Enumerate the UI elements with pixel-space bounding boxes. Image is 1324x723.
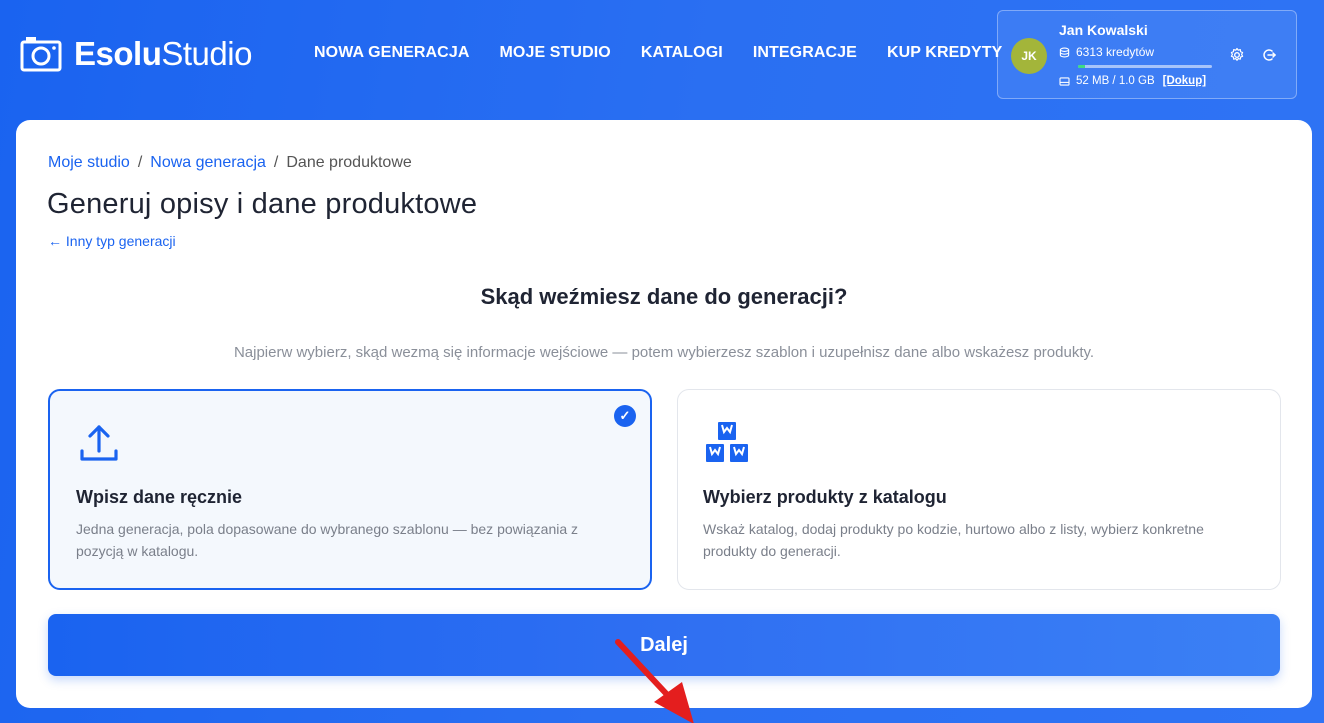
user-name: Jan Kowalski [1059,22,1148,38]
page-title: Generuj opisy i dane produktowe [47,188,478,220]
option-description: Jedna generacja, pola dopasowane do wybr… [76,521,579,559]
nav-item-moje-studio[interactable]: MOJE STUDIO [500,44,611,62]
storage-progress [1078,65,1212,68]
selected-check-icon: ✓ [614,405,636,427]
gear-icon[interactable] [1229,47,1245,63]
credits-value: 6313 kredytów [1076,45,1155,59]
boxes-icon [706,422,748,462]
brand-name: EsoluStudio [74,35,252,72]
breadcrumb-current: Dane produktowe [286,154,412,171]
camera-icon [20,37,62,72]
option-catalog-products[interactable]: Wybierz produkty z katalogu Wskaż katalo… [677,389,1281,590]
brand-logo[interactable]: EsoluStudio [20,36,252,72]
breadcrumb-nowa-generacja[interactable]: Nowa generacja [150,154,266,172]
credits-info: 6313 kredytów [1059,45,1154,59]
breadcrumb-separator: / [137,154,143,171]
topup-link[interactable]: [Dokup] [1163,75,1206,87]
source-hint: Najpierw wybierz, skąd wezmą się informa… [233,344,1095,361]
main-nav: NOWA GENERACJA MOJE STUDIO KATALOGI INTE… [314,44,1032,62]
user-actions [1229,47,1277,63]
coins-icon [1059,47,1070,57]
breadcrumb-separator: / [273,154,279,171]
logout-icon[interactable] [1261,47,1277,63]
storage-info: 52 MB / 1.0 GB [Dokup] [1059,75,1206,87]
next-button[interactable]: Dalej [48,614,1280,676]
avatar[interactable]: JK [1011,38,1047,74]
user-panel: JK Jan Kowalski 6313 kredytów 52 MB / 1.… [997,10,1297,99]
nav-item-nowa-generacja[interactable]: NOWA GENERACJA [314,44,470,62]
upload-icon [80,425,118,461]
storage-value: 52 MB / 1.0 GB [1076,75,1155,87]
option-title: Wpisz dane ręcznie [76,487,243,507]
option-manual-entry[interactable]: ✓ Wpisz dane ręcznie Jedna generacja, po… [48,389,652,590]
option-description: Wskaż katalog, dodaj produkty po kodzie,… [703,521,1204,559]
nav-item-katalogi[interactable]: KATALOGI [641,44,723,62]
option-title: Wybierz produkty z katalogu [703,487,947,507]
top-header: EsoluStudio NOWA GENERACJA MOJE STUDIO K… [0,0,1324,110]
breadcrumb: Moje studio / Nowa generacja / Dane prod… [48,154,412,172]
back-link[interactable]: ← Inny typ generacji [48,233,176,249]
nav-item-kup-kredyty[interactable]: KUP KREDYTY [887,44,1003,62]
drive-icon [1059,76,1070,86]
nav-item-integracje[interactable]: INTEGRACJE [753,44,857,62]
breadcrumb-moje-studio[interactable]: Moje studio [48,154,130,172]
source-question: Skąd weźmiesz dane do generacji? [480,284,848,309]
storage-progress-fill [1078,65,1085,68]
main-card: Moje studio / Nowa generacja / Dane prod… [16,120,1312,723]
